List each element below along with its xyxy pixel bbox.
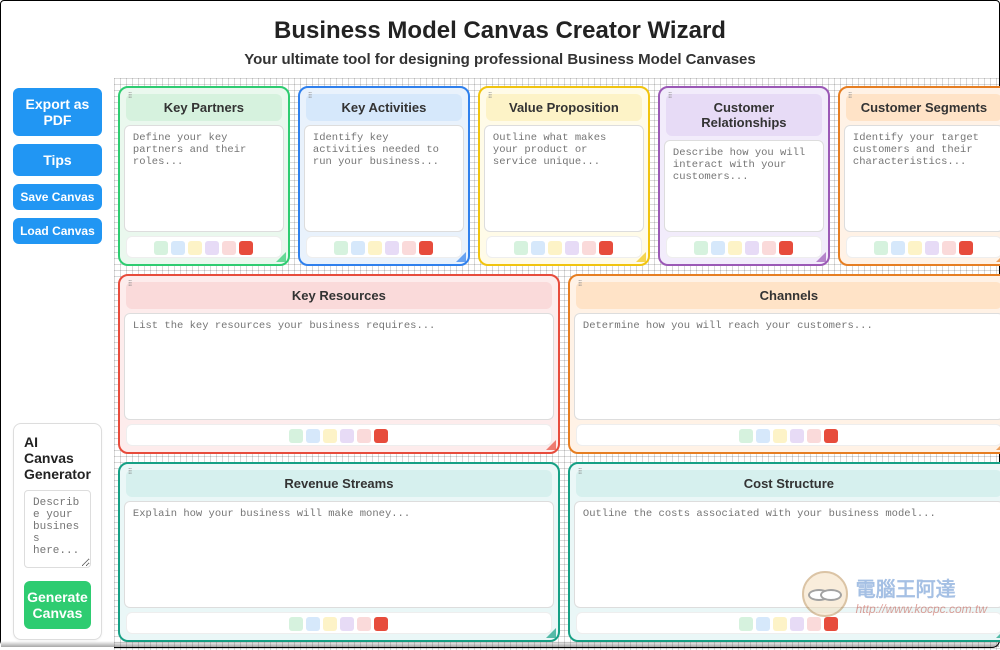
card-title: Channels <box>576 282 1000 309</box>
card-input-customer-segments[interactable] <box>844 125 1000 232</box>
color-swatches[interactable] <box>576 612 1000 634</box>
card-key-resources[interactable]: ⣿ Key Resources <box>118 274 560 454</box>
color-swatches[interactable] <box>576 424 1000 446</box>
resize-handle-icon[interactable] <box>996 440 1000 450</box>
card-input-key-resources[interactable] <box>124 313 554 420</box>
card-input-customer-relationships[interactable] <box>664 140 824 232</box>
generate-canvas-button[interactable]: Generate Canvas <box>24 581 91 629</box>
drag-handle-icon[interactable]: ⣿ <box>848 92 851 99</box>
export-pdf-button[interactable]: Export as PDF <box>13 88 102 136</box>
resize-handle-icon[interactable] <box>636 252 646 262</box>
resize-handle-icon[interactable] <box>276 252 286 262</box>
card-input-channels[interactable] <box>574 313 1000 420</box>
resize-handle-icon[interactable] <box>546 440 556 450</box>
page-title: Business Model Canvas Creator Wizard <box>1 17 999 45</box>
canvas-row-middle: ⣿ Key Resources ⣿ Channels <box>118 274 1000 454</box>
card-title: Key Partners <box>126 94 282 121</box>
drag-handle-icon[interactable]: ⣿ <box>128 280 131 287</box>
color-swatches[interactable] <box>126 236 282 258</box>
load-canvas-button[interactable]: Load Canvas <box>13 218 102 244</box>
card-title: Customer Relationships <box>666 94 822 136</box>
card-key-partners[interactable]: ⣿ Key Partners <box>118 86 290 266</box>
drag-handle-icon[interactable]: ⣿ <box>668 92 671 99</box>
card-title: Value Proposition <box>486 94 642 121</box>
resize-handle-icon[interactable] <box>456 252 466 262</box>
drag-handle-icon[interactable]: ⣿ <box>128 468 131 475</box>
card-title: Key Resources <box>126 282 552 309</box>
color-swatches[interactable] <box>306 236 462 258</box>
color-swatches[interactable] <box>846 236 1000 258</box>
drag-handle-icon[interactable]: ⣿ <box>578 468 581 475</box>
resize-handle-icon[interactable] <box>996 628 1000 638</box>
card-input-value-proposition[interactable] <box>484 125 644 232</box>
canvas-area: ⣿ Key Partners ⣿ Key Activities ⣿ Value … <box>114 78 1000 650</box>
card-input-revenue-streams[interactable] <box>124 501 554 608</box>
card-key-activities[interactable]: ⣿ Key Activities <box>298 86 470 266</box>
resize-handle-icon[interactable] <box>546 628 556 638</box>
card-title: Key Activities <box>306 94 462 121</box>
color-swatches[interactable] <box>126 612 552 634</box>
color-swatches[interactable] <box>666 236 822 258</box>
ai-generator-input[interactable] <box>24 490 91 568</box>
sidebar: Export as PDF Tips Save Canvas Load Canv… <box>1 78 114 650</box>
canvas-row-top: ⣿ Key Partners ⣿ Key Activities ⣿ Value … <box>118 86 1000 266</box>
card-cost-structure[interactable]: ⣿ Cost Structure <box>568 462 1000 642</box>
resize-handle-icon[interactable] <box>996 252 1000 262</box>
card-value-proposition[interactable]: ⣿ Value Proposition <box>478 86 650 266</box>
drag-handle-icon[interactable]: ⣿ <box>308 92 311 99</box>
card-title: Cost Structure <box>576 470 1000 497</box>
color-swatches[interactable] <box>486 236 642 258</box>
card-input-cost-structure[interactable] <box>574 501 1000 608</box>
tips-button[interactable]: Tips <box>13 144 102 176</box>
card-channels[interactable]: ⣿ Channels <box>568 274 1000 454</box>
ai-generator-title: AI Canvas Generator <box>24 434 91 482</box>
drag-handle-icon[interactable]: ⣿ <box>128 92 131 99</box>
canvas-row-bottom: ⣿ Revenue Streams ⣿ Cost Structure <box>118 462 1000 642</box>
card-customer-segments[interactable]: ⣿ Customer Segments <box>838 86 1000 266</box>
card-customer-relationships[interactable]: ⣿ Customer Relationships <box>658 86 830 266</box>
color-swatches[interactable] <box>126 424 552 446</box>
card-title: Revenue Streams <box>126 470 552 497</box>
save-canvas-button[interactable]: Save Canvas <box>13 184 102 210</box>
drag-handle-icon[interactable]: ⣿ <box>488 92 491 99</box>
page-subtitle: Your ultimate tool for designing profess… <box>1 51 999 68</box>
card-input-key-activities[interactable] <box>304 125 464 232</box>
card-revenue-streams[interactable]: ⣿ Revenue Streams <box>118 462 560 642</box>
drag-handle-icon[interactable]: ⣿ <box>578 280 581 287</box>
card-input-key-partners[interactable] <box>124 125 284 232</box>
resize-handle-icon[interactable] <box>816 252 826 262</box>
ai-generator-panel: AI Canvas Generator Generate Canvas <box>13 423 102 640</box>
card-title: Customer Segments <box>846 94 1000 121</box>
